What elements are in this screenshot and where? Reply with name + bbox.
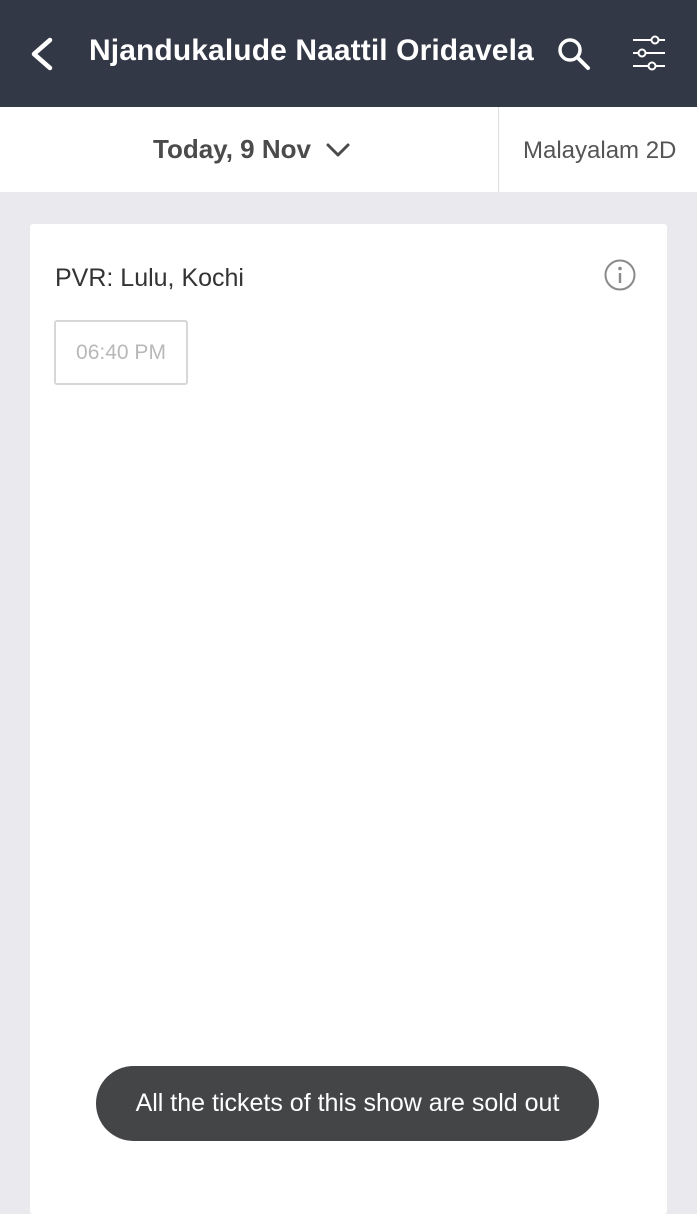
- date-selector[interactable]: Today, 9 Nov: [153, 107, 351, 192]
- divider: [498, 107, 499, 192]
- search-button[interactable]: [556, 36, 592, 72]
- chevron-down-icon: [326, 143, 350, 156]
- app-header: Njandukalude Naattil Oridavela: [0, 0, 697, 107]
- format-selector[interactable]: Malayalam 2D: [523, 107, 676, 192]
- filter-bar: Today, 9 Nov Malayalam 2D: [0, 107, 697, 192]
- info-icon: [604, 259, 636, 291]
- filter-button[interactable]: [630, 33, 668, 73]
- filter-sliders-icon: [633, 35, 665, 71]
- back-button[interactable]: [24, 30, 64, 78]
- search-icon: [558, 38, 590, 70]
- venue-name[interactable]: PVR: Lulu, Kochi: [55, 264, 244, 293]
- page-title: Njandukalude Naattil Oridavela: [89, 34, 534, 67]
- date-label: Today, 9 Nov: [153, 134, 311, 164]
- chevron-left-icon: [31, 37, 53, 71]
- showtime-label: 06:40 PM: [76, 340, 166, 364]
- showtime-chip[interactable]: 06:40 PM: [54, 320, 188, 385]
- venue-info-button[interactable]: [603, 258, 637, 292]
- sold-out-toast: All the tickets of this show are sold ou…: [96, 1066, 599, 1141]
- toast-message: All the tickets of this show are sold ou…: [135, 1089, 560, 1117]
